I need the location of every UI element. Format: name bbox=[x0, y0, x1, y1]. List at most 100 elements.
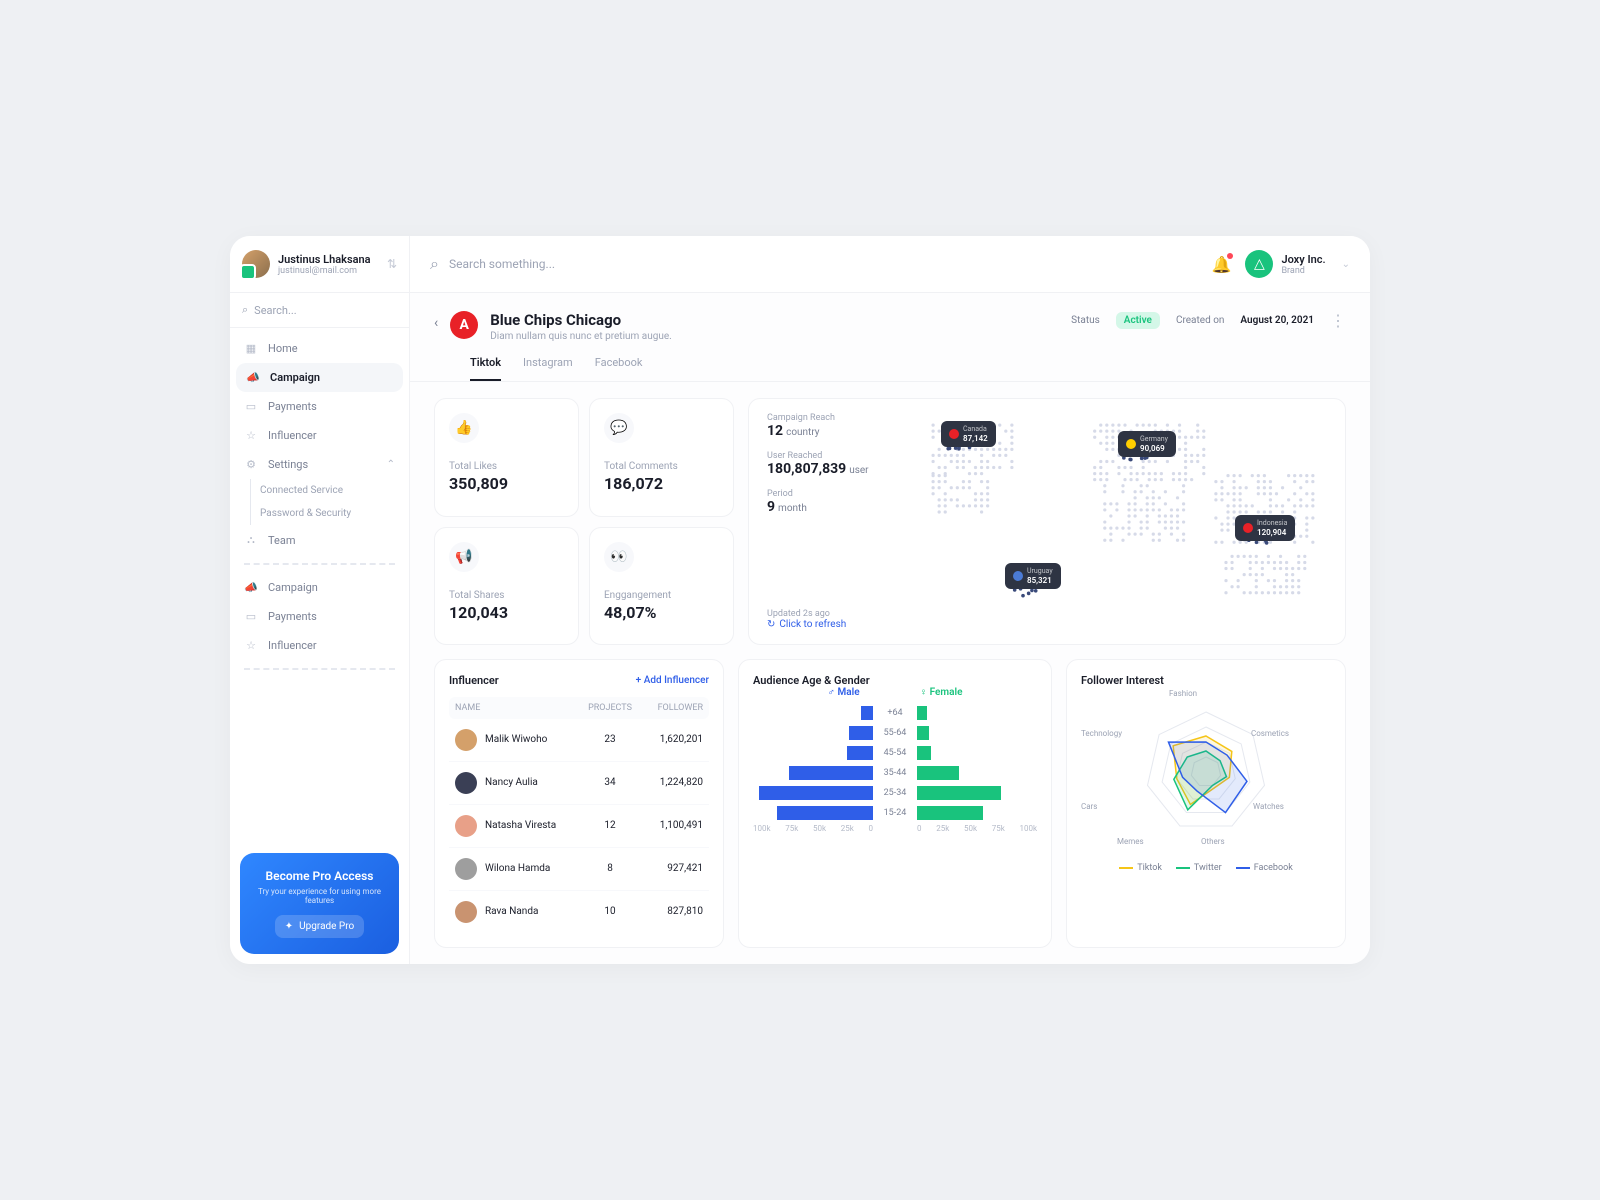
sidebar: Justinus Lhaksana justinusl@mail.com ⇅ ⌕… bbox=[230, 236, 410, 963]
table-row[interactable]: Rava Nanda10827,810 bbox=[449, 891, 709, 933]
nav: ▦Home 📣Campaign ▭Payments ☆Influencer ⚙S… bbox=[230, 328, 409, 842]
stats-grid: 👍 Total Likes 350,809 💬 Total Comments 1… bbox=[434, 398, 734, 644]
age-gender-card: Audience Age & Gender ♂ Male ♀ Female +6… bbox=[738, 659, 1052, 948]
sidebar-item-influencer[interactable]: ☆Influencer bbox=[230, 421, 409, 450]
age-gender-title: Audience Age & Gender bbox=[753, 674, 1037, 687]
status-badge: Active bbox=[1116, 312, 1160, 329]
card-icon: ▭ bbox=[244, 610, 258, 623]
radar-legend: Tiktok Twitter Facebook bbox=[1081, 863, 1331, 873]
radar-chart: FashionCosmeticsWatchesOthersMemesCarsTe… bbox=[1081, 687, 1331, 857]
table-row[interactable]: Nancy Aulia341,224,820 bbox=[449, 762, 709, 805]
sidebar-item-settings[interactable]: ⚙Settings⌃ bbox=[230, 450, 409, 479]
stat-shares: 📢 Total Shares 120,043 bbox=[434, 527, 579, 645]
campaign-meta: Status Active Created on August 20, 2021… bbox=[1071, 311, 1346, 330]
table-row[interactable]: Natasha Viresta121,100,491 bbox=[449, 805, 709, 848]
sidebar-sub-connected-service[interactable]: Connected Service bbox=[230, 479, 409, 502]
add-influencer-button[interactable]: + Add Influencer bbox=[636, 675, 709, 686]
search-placeholder: Search something... bbox=[449, 257, 555, 271]
created-date: August 20, 2021 bbox=[1240, 315, 1314, 326]
star-icon: ☆ bbox=[244, 639, 258, 652]
comment-icon: 💬 bbox=[604, 413, 634, 443]
chevron-up-icon: ⌃ bbox=[387, 459, 395, 470]
profile-switcher[interactable]: Justinus Lhaksana justinusl@mail.com ⇅ bbox=[230, 236, 409, 293]
sidebar-sub-password-security[interactable]: Password & Security bbox=[230, 502, 409, 525]
flag-icon bbox=[1243, 523, 1253, 533]
sidebar-secondary-influencer[interactable]: ☆Influencer bbox=[230, 631, 409, 660]
avatar bbox=[455, 858, 477, 880]
stat-engagement: 👀 Enggangement 48,07% bbox=[589, 527, 734, 645]
tab-instagram[interactable]: Instagram bbox=[523, 356, 573, 381]
sidebar-secondary-payments[interactable]: ▭Payments bbox=[230, 602, 409, 631]
pro-card: Become Pro Access Try your experience fo… bbox=[240, 853, 399, 954]
status-label: Status bbox=[1071, 315, 1100, 326]
sidebar-item-home[interactable]: ▦Home bbox=[230, 334, 409, 363]
sparkle-icon: ✦ bbox=[285, 921, 293, 932]
share-icon: 📢 bbox=[449, 542, 479, 572]
global-search[interactable]: ⌕ Search something... bbox=[430, 254, 1198, 274]
campaign-title: Blue Chips Chicago bbox=[490, 311, 672, 329]
created-label: Created on bbox=[1176, 315, 1224, 326]
upgrade-pro-button[interactable]: ✦Upgrade Pro bbox=[275, 915, 364, 938]
more-menu-button[interactable]: ⋮ bbox=[1330, 311, 1346, 330]
team-icon: ⛬ bbox=[244, 533, 258, 547]
avatar bbox=[455, 729, 477, 751]
brand-name: Joxy Inc. bbox=[1281, 253, 1325, 266]
megaphone-icon: 📣 bbox=[244, 581, 258, 594]
sidebar-secondary-campaign[interactable]: 📣Campaign bbox=[230, 573, 409, 602]
tab-tiktok[interactable]: Tiktok bbox=[470, 356, 501, 381]
megaphone-icon: 📣 bbox=[246, 371, 260, 384]
avatar bbox=[455, 772, 477, 794]
map-card: Campaign Reach 12country User Reached 18… bbox=[748, 398, 1346, 644]
sidebar-item-payments[interactable]: ▭Payments bbox=[230, 392, 409, 421]
tab-facebook[interactable]: Facebook bbox=[595, 356, 643, 381]
sidebar-item-team[interactable]: ⛬Team bbox=[230, 525, 409, 555]
campaign-header: ‹ A Blue Chips Chicago Diam nullam quis … bbox=[410, 293, 1370, 342]
map-pin-uruguay[interactable]: Uruguay85,321 bbox=[1005, 563, 1061, 589]
profile-email: justinusl@mail.com bbox=[278, 266, 379, 276]
search-icon: ⌕ bbox=[430, 254, 439, 274]
back-button[interactable]: ‹ bbox=[434, 311, 438, 331]
main: ⌕ Search something... 🔔 △ Joxy Inc. Bran… bbox=[410, 236, 1370, 963]
eyes-icon: 👀 bbox=[604, 542, 634, 572]
population-pyramid: +6455-6445-5435-4425-3415-24 bbox=[753, 706, 1037, 820]
nav-divider bbox=[244, 563, 395, 565]
topbar: ⌕ Search something... 🔔 △ Joxy Inc. Bran… bbox=[410, 236, 1370, 293]
influencer-card: Influencer + Add Influencer NAME PROJECT… bbox=[434, 659, 724, 948]
notifications-button[interactable]: 🔔 bbox=[1212, 255, 1232, 274]
avatar bbox=[455, 815, 477, 837]
refresh-button[interactable]: ↻Click to refresh bbox=[767, 619, 907, 630]
pro-subtitle: Try your experience for using more featu… bbox=[252, 887, 387, 905]
platform-tabs: Tiktok Instagram Facebook bbox=[410, 342, 1370, 382]
table-row[interactable]: Malik Wiwoho231,620,201 bbox=[449, 719, 709, 762]
chevron-down-icon: ⌄ bbox=[1342, 259, 1350, 270]
flag-icon bbox=[949, 429, 959, 439]
brand-switcher[interactable]: △ Joxy Inc. Brand ⌄ bbox=[1245, 250, 1350, 278]
male-icon: ♂ bbox=[828, 687, 838, 698]
campaign-desc: Diam nullam quis nunc et pretium augue. bbox=[490, 331, 672, 342]
sidebar-search[interactable]: ⌕ Search... bbox=[230, 293, 409, 328]
updated-text: Updated 2s ago bbox=[767, 609, 907, 619]
content: 👍 Total Likes 350,809 💬 Total Comments 1… bbox=[410, 382, 1370, 963]
search-icon: ⌕ bbox=[242, 303, 248, 317]
influencer-title: Influencer bbox=[449, 674, 499, 687]
sidebar-item-campaign[interactable]: 📣Campaign bbox=[236, 363, 403, 392]
avatar bbox=[242, 250, 270, 278]
nav-divider bbox=[244, 668, 395, 670]
flag-icon bbox=[1126, 439, 1136, 449]
map-pin-indonesia[interactable]: Indonesia120,904 bbox=[1235, 515, 1295, 541]
star-icon: ☆ bbox=[244, 429, 258, 442]
thumbs-up-icon: 👍 bbox=[449, 413, 479, 443]
brand-role: Brand bbox=[1281, 266, 1325, 276]
gear-icon: ⚙ bbox=[244, 458, 258, 471]
grid-icon: ▦ bbox=[244, 342, 258, 355]
stat-comments: 💬 Total Comments 186,072 bbox=[589, 398, 734, 516]
table-row[interactable]: Wilona Hamda8927,421 bbox=[449, 848, 709, 891]
map-pin-germany[interactable]: Germany90,069 bbox=[1118, 431, 1176, 457]
app-shell: Justinus Lhaksana justinusl@mail.com ⇅ ⌕… bbox=[230, 236, 1370, 963]
interest-card: Follower Interest FashionCosmeticsWatche… bbox=[1066, 659, 1346, 948]
refresh-icon: ↻ bbox=[767, 619, 775, 630]
profile-name: Justinus Lhaksana bbox=[278, 253, 379, 266]
map-pin-canada[interactable]: Canada87,142 bbox=[941, 421, 996, 447]
flag-icon bbox=[1013, 571, 1023, 581]
female-icon: ♀ bbox=[920, 687, 930, 698]
